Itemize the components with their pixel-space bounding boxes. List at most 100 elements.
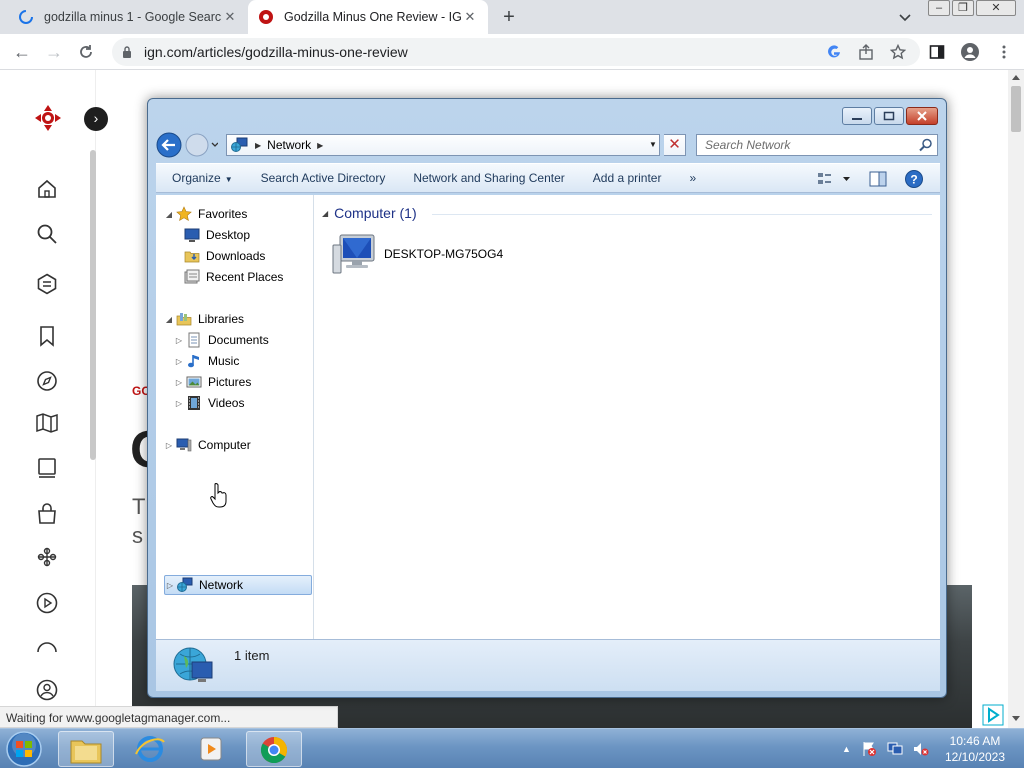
tab-google-search[interactable]: godzilla minus 1 - Google Search ✕: [8, 0, 248, 34]
close-icon[interactable]: ✕: [976, 0, 1016, 16]
nav-favorites[interactable]: ◢ Favorites: [164, 204, 247, 224]
scroll-down-icon[interactable]: [1012, 716, 1020, 722]
reload-icon[interactable]: [78, 44, 94, 60]
nav-videos[interactable]: ▷ Videos: [174, 393, 244, 413]
bookmark-star-icon[interactable]: [890, 44, 906, 60]
nav-pictures[interactable]: ▷ Pictures: [174, 372, 251, 392]
address-history-dropdown-icon[interactable]: ▼: [646, 134, 660, 156]
collapse-arrow-icon[interactable]: ◢: [164, 210, 174, 219]
file-list-pane[interactable]: ◢ Computer (1) DESKTOP-MG75OG4: [314, 195, 940, 639]
search-active-directory-button[interactable]: Search Active Directory: [247, 171, 400, 185]
gamepad-icon[interactable]: [36, 546, 58, 568]
search-icon[interactable]: [36, 223, 58, 245]
expand-arrow-icon[interactable]: ▷: [174, 399, 184, 408]
tab-ign-review[interactable]: Godzilla Minus One Review - IGN ✕: [248, 0, 488, 34]
collapse-arrow-icon[interactable]: ◢: [322, 209, 328, 218]
bookmark-icon[interactable]: [36, 325, 58, 347]
home-icon[interactable]: [36, 178, 58, 200]
organize-button[interactable]: Organize ▼: [156, 171, 247, 185]
google-g-icon[interactable]: [826, 44, 842, 60]
collapse-arrow-icon[interactable]: ◢: [164, 315, 174, 324]
nav-music[interactable]: ▷ Music: [174, 351, 239, 371]
expand-arrow-icon[interactable]: ▷: [174, 336, 184, 345]
scroll-up-icon[interactable]: [1012, 74, 1020, 80]
taskbar-media-player-button[interactable]: [183, 731, 239, 767]
change-view-icon[interactable]: [816, 169, 852, 189]
scrollbar-thumb[interactable]: [1011, 86, 1021, 132]
computer-icon: [332, 234, 375, 274]
taskbar-chrome-button[interactable]: [246, 731, 302, 767]
tab-close-button[interactable]: ✕: [462, 9, 478, 25]
compass-icon[interactable]: [36, 370, 58, 392]
page-scrollbar[interactable]: [1008, 70, 1024, 728]
add-printer-button[interactable]: Add a printer: [579, 171, 676, 185]
stop-refresh-icon[interactable]: ✕: [664, 134, 686, 156]
share-icon[interactable]: [858, 44, 874, 60]
search-icon[interactable]: [919, 138, 933, 152]
minimize-icon[interactable]: [842, 107, 872, 125]
profile-avatar-icon[interactable]: [961, 43, 979, 61]
nav-desktop[interactable]: Desktop: [184, 225, 250, 245]
windows-taskbar: ▲ 10:46 AM 12/10/2023: [0, 728, 1024, 768]
expand-arrow-icon[interactable]: ▷: [174, 357, 184, 366]
network-sharing-center-button[interactable]: Network and Sharing Center: [399, 171, 578, 185]
chrome-menu-icon[interactable]: [996, 44, 1012, 60]
volume-muted-icon[interactable]: [913, 741, 929, 757]
expand-arrow-icon[interactable]: ▷: [164, 441, 174, 450]
network-icon: [231, 137, 248, 152]
nav-computer[interactable]: ▷ Computer: [164, 435, 251, 455]
nav-libraries[interactable]: ◢ Libraries: [164, 309, 244, 329]
search-network-input[interactable]: Search Network: [696, 134, 938, 156]
ign-logo-icon[interactable]: [34, 104, 62, 132]
preview-pane-icon[interactable]: [868, 169, 888, 189]
forward-arrow-icon[interactable]: →: [44, 42, 64, 62]
new-tab-button[interactable]: +: [498, 6, 520, 28]
help-icon[interactable]: ?: [904, 169, 924, 189]
breadcrumb-network[interactable]: Network: [267, 138, 311, 152]
hand-cursor-icon: [210, 483, 227, 508]
map-icon[interactable]: [36, 412, 58, 434]
play-video-icon[interactable]: [36, 592, 58, 614]
taskbar-clock[interactable]: 10:46 AM 12/10/2023: [940, 733, 1010, 765]
action-center-flag-icon[interactable]: [861, 741, 877, 757]
nav-documents[interactable]: ▷ Documents: [174, 330, 269, 350]
user-account-icon[interactable]: [36, 679, 58, 701]
sidebar-scrollbar[interactable]: [90, 150, 96, 460]
network-status-icon[interactable]: [887, 741, 903, 757]
show-hidden-icons-icon[interactable]: ▲: [842, 744, 851, 754]
explorer-address-bar[interactable]: ▶ Network ▶: [226, 134, 660, 156]
expand-arrow-icon[interactable]: ▷: [174, 378, 184, 387]
breadcrumb-separator-icon[interactable]: ▶: [255, 141, 261, 150]
taskbar-explorer-button[interactable]: [58, 731, 114, 767]
news-hex-icon[interactable]: [36, 273, 58, 295]
maximize-icon[interactable]: [874, 107, 904, 125]
nav-network[interactable]: ▷ Network: [164, 575, 312, 595]
tab-search-chevron-icon[interactable]: [896, 8, 914, 26]
breadcrumb-separator-icon[interactable]: ▶: [317, 141, 323, 150]
start-button[interactable]: [4, 730, 44, 768]
close-icon[interactable]: [906, 107, 938, 125]
back-forward-buttons[interactable]: [156, 132, 218, 158]
address-bar[interactable]: ign.com/articles/godzilla-minus-one-revi…: [112, 38, 920, 66]
browser-toolbar: ← → ign.com/articles/godzilla-minus-one-…: [0, 34, 1024, 70]
minimize-icon[interactable]: –: [928, 0, 950, 16]
more-commands-button[interactable]: »: [675, 171, 710, 185]
list-item[interactable]: DESKTOP-MG75OG4: [332, 233, 503, 275]
recent-places-icon: [184, 269, 200, 284]
reviews-icon[interactable]: [36, 457, 58, 479]
sidebar-expand-button[interactable]: ›: [84, 107, 108, 131]
clock-time: 10:46 AM: [949, 734, 1001, 748]
network-icon: [177, 577, 193, 592]
tab-close-button[interactable]: ✕: [222, 9, 238, 25]
expand-arrow-icon[interactable]: ▷: [165, 581, 175, 590]
restore-icon[interactable]: ❐: [952, 0, 974, 16]
group-header-computer[interactable]: ◢ Computer (1): [322, 205, 417, 221]
nav-recent-places[interactable]: Recent Places: [184, 267, 283, 287]
shopping-bag-icon[interactable]: [36, 503, 58, 525]
taskbar-ie-button[interactable]: [122, 731, 178, 767]
more-icon[interactable]: [36, 640, 58, 652]
side-panel-icon[interactable]: [929, 44, 945, 60]
nav-downloads[interactable]: Downloads: [184, 246, 265, 266]
ad-choices-icon[interactable]: [982, 704, 1004, 726]
back-arrow-icon[interactable]: ←: [12, 42, 32, 62]
